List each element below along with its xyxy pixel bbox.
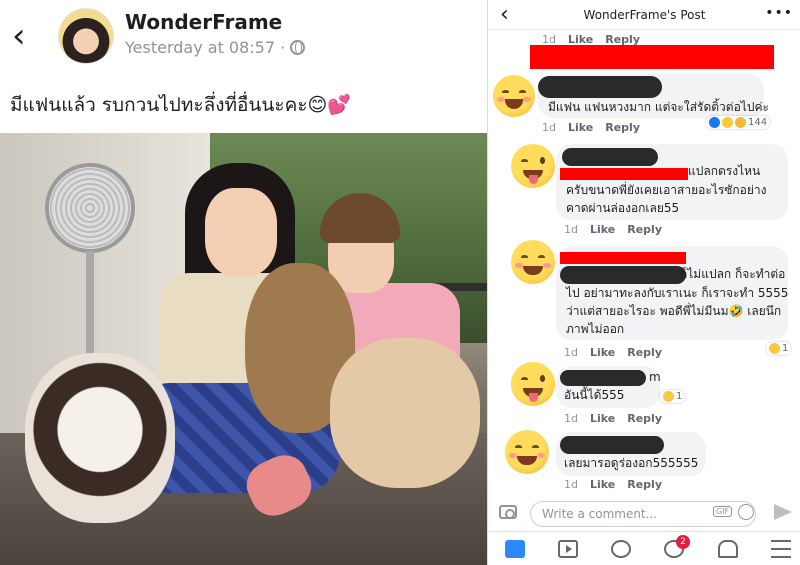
comment-text: คาดผ่านล่องอกเลย55 xyxy=(566,201,680,215)
comment-time: 1d xyxy=(542,121,556,134)
reaction-count: 1 xyxy=(676,391,683,402)
comment-actions: 1d Like Reply xyxy=(564,412,674,425)
like-link[interactable]: Like xyxy=(590,412,615,425)
haha-reaction-icon xyxy=(663,391,674,402)
reply-link[interactable]: Reply xyxy=(627,346,662,359)
comment-bubble[interactable]: m อันนี้ได้555 xyxy=(556,366,661,408)
like-reaction-icon xyxy=(709,117,720,128)
haha-reaction-icon xyxy=(769,343,780,354)
comment-text: ว่าแต่สายอะไรอะ พอดีพี่ไม่มีนม🤣 เลยนึก xyxy=(566,304,782,318)
comment-text: ไป อย่ามาทะลงกับเราเนะ ก็เราจะทำ 5555 xyxy=(566,286,789,300)
menu-icon[interactable] xyxy=(771,540,791,558)
reactions-badge[interactable]: 1 xyxy=(660,390,686,403)
comment-text: ครับขนาดพี่ยังเคยเอาสายอะไรซักอย่าง xyxy=(566,183,767,197)
haha-reaction-icon xyxy=(722,117,733,128)
comment-text: ก็ไม่แปลก ก็จะทำต่อ xyxy=(680,267,786,281)
comment-text: ภาพไม่ออก xyxy=(566,322,625,336)
redacted-name xyxy=(562,148,658,166)
comment-bubble[interactable]: เลยมารอดูร่องอก555555 xyxy=(556,432,706,476)
video-icon[interactable] xyxy=(558,540,578,558)
comment-bubble[interactable]: ก็ไม่แปลก ก็จะทำต่อ ไป อย่ามาทะลงกับเราเ… xyxy=(556,246,788,340)
wow-reaction-icon xyxy=(735,117,746,128)
comment-time: 1d xyxy=(564,223,578,236)
post-photo[interactable] xyxy=(0,133,487,565)
back-arrow-icon[interactable]: ‹ xyxy=(12,19,38,53)
redacted-name xyxy=(538,76,662,98)
comment-text: มีแฟน แฟนหวงมาก แต่จะใส่รัดติ้วต่อไปค่ะ xyxy=(548,100,769,114)
profile-icon[interactable] xyxy=(611,540,631,558)
comment-text: แปลกตรงไหน xyxy=(688,164,761,178)
comment-actions: 1d Like Reply xyxy=(564,478,674,491)
like-link[interactable]: Like xyxy=(590,223,615,236)
redaction-bar xyxy=(560,168,688,180)
comment-time: 1d xyxy=(564,478,578,491)
smiling-emoji-avatar[interactable] xyxy=(505,430,549,474)
comment-actions: 1d Like Reply xyxy=(564,346,674,359)
gif-button[interactable]: GIF xyxy=(713,506,733,517)
bottom-tab-bar: 2 xyxy=(488,531,800,565)
reply-link[interactable]: Reply xyxy=(627,478,662,491)
redacted-name xyxy=(560,370,646,386)
post-timestamp: Yesterday at 08:57 · xyxy=(125,38,286,57)
comment-bubble[interactable]: แปลกตรงไหน ครับขนาดพี่ยังเคยเอาสายอะไรซั… xyxy=(556,144,788,220)
post-panel: ‹ WonderFrame Yesterday at 08:57 · มีแฟน… xyxy=(0,0,487,565)
comment-text: เลยมารอดูร่องอก555555 xyxy=(564,456,699,470)
reply-link[interactable]: Reply xyxy=(605,121,640,134)
comment-actions: 1d Like Reply xyxy=(564,223,674,236)
notification-badge: 2 xyxy=(676,535,690,549)
header-title: WonderFrame's Post xyxy=(583,8,706,22)
redacted-name xyxy=(560,436,664,454)
camera-icon[interactable] xyxy=(499,505,517,519)
smiling-emoji-avatar[interactable] xyxy=(493,75,535,117)
globe-icon xyxy=(290,40,306,55)
like-link[interactable]: Like xyxy=(590,346,615,359)
redacted-name xyxy=(560,266,686,284)
redaction-bar xyxy=(530,45,774,69)
redaction-bar xyxy=(560,252,686,264)
comments-header: ‹ WonderFrame's Post ••• xyxy=(488,0,800,30)
comment-text: อันนี้ได้555 xyxy=(564,388,625,402)
news-feed-icon[interactable] xyxy=(505,540,525,558)
bell-icon[interactable] xyxy=(718,540,738,558)
comment-time: 1d xyxy=(564,346,578,359)
send-icon[interactable] xyxy=(774,504,792,520)
comments-panel: ‹ WonderFrame's Post ••• 1d Like Reply ม… xyxy=(487,0,800,565)
post-meta: Yesterday at 08:57 · xyxy=(125,38,306,57)
reply-link[interactable]: Reply xyxy=(627,412,662,425)
comment-composer: Write a comment... GIF xyxy=(488,498,800,530)
sticker-icon[interactable] xyxy=(738,504,754,520)
winking-emoji-avatar[interactable] xyxy=(511,144,555,188)
comment-time: 1d xyxy=(564,412,578,425)
comment-text: m xyxy=(649,370,661,384)
reactions-badge[interactable]: 144 xyxy=(706,116,771,129)
winking-emoji-avatar[interactable] xyxy=(511,362,555,406)
comment-bubble[interactable]: มีแฟน แฟนหวงมาก แต่จะใส่รัดติ้วต่อไปค่ะ xyxy=(538,74,769,118)
reaction-count: 1 xyxy=(782,343,789,354)
smiling-emoji-avatar[interactable] xyxy=(511,240,555,284)
like-link[interactable]: Like xyxy=(590,478,615,491)
reactions-badge[interactable]: 1 xyxy=(766,342,792,355)
reply-link[interactable]: Reply xyxy=(627,223,662,236)
comment-actions: 1d Like Reply xyxy=(542,121,652,134)
author-avatar[interactable] xyxy=(58,8,114,64)
more-options-icon[interactable]: ••• xyxy=(765,5,793,21)
post-caption: มีแฟนแล้ว รบกวนไปทะลึ่งที่อื่นนะคะ😊💕 xyxy=(10,94,351,116)
author-name[interactable]: WonderFrame xyxy=(125,10,282,34)
like-link[interactable]: Like xyxy=(568,121,593,134)
reaction-count: 144 xyxy=(748,117,768,128)
